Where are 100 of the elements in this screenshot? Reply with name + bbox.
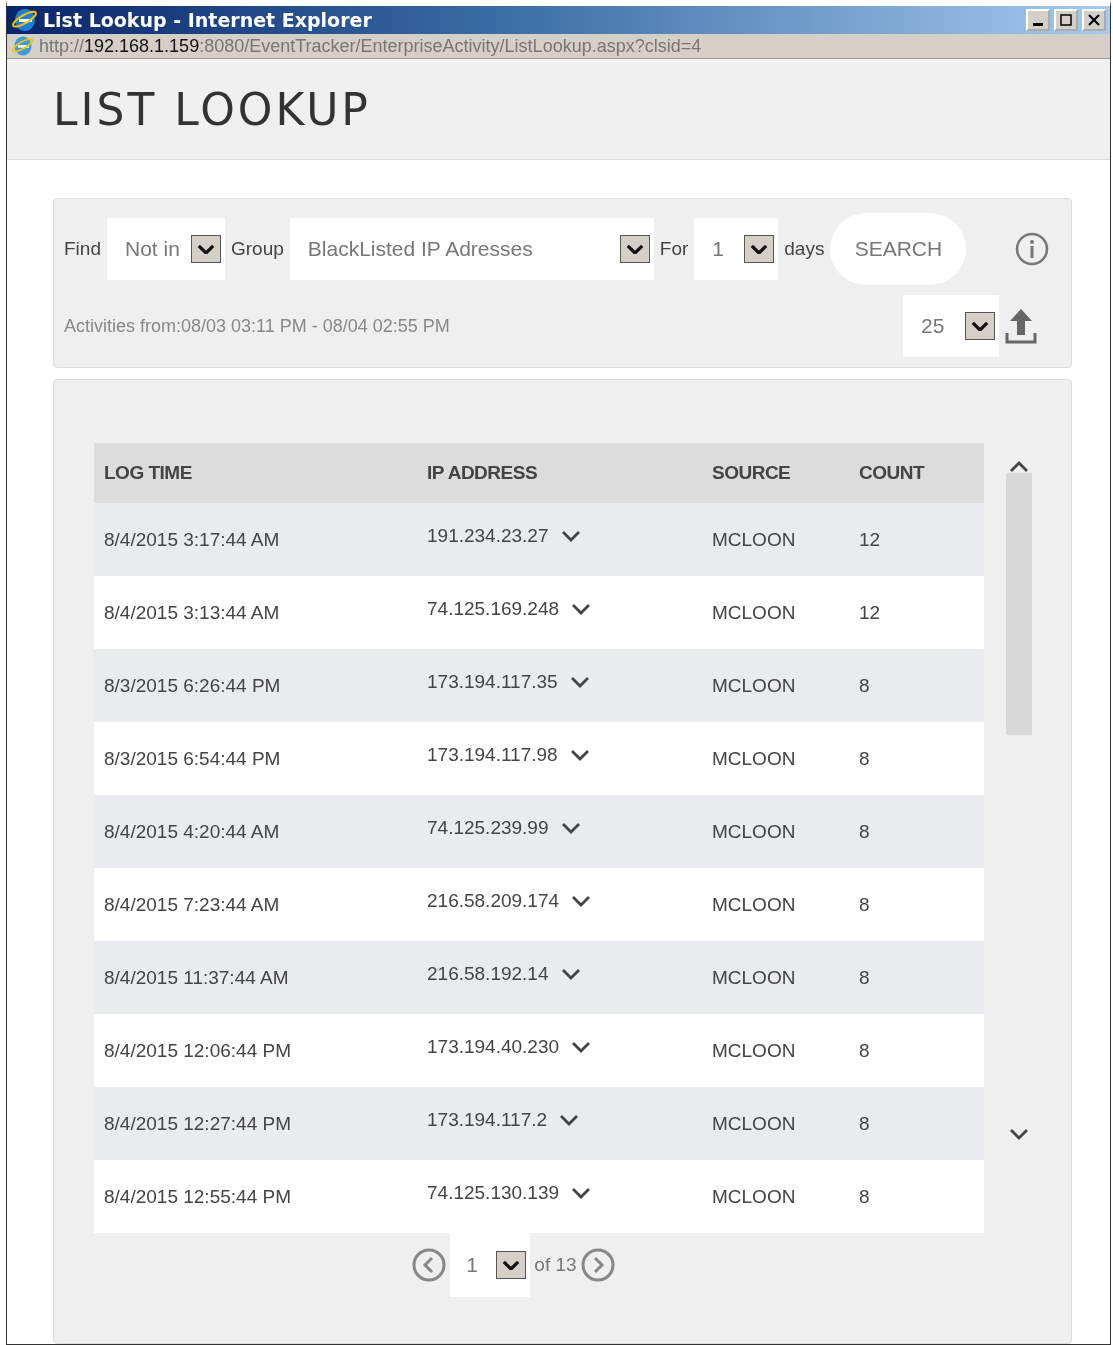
table-row[interactable]: 8/4/2015 4:20:44 AM 74.125.239.99 MCLOON 8 xyxy=(94,795,984,868)
table-row[interactable]: 8/3/2015 6:54:44 PM 173.194.117.98 MCLOON 8 xyxy=(94,722,984,795)
table-cell: 74.125.130.139 xyxy=(427,1181,560,1204)
chevron-down-icon[interactable] xyxy=(560,529,581,542)
table-cell: 216.58.209.174 xyxy=(427,889,560,912)
table-cell-text: 8/3/2015 6:54:44 PM xyxy=(104,747,282,770)
table-cell-text: MCLOON xyxy=(712,674,797,697)
chevron-down-icon[interactable] xyxy=(569,748,590,761)
table-cell-text: 8 xyxy=(859,674,871,697)
column-header[interactable]: COUNT xyxy=(859,462,994,484)
table-cell-text: 8/4/2015 12:06:44 PM xyxy=(104,1039,292,1062)
caret-icon xyxy=(502,1259,521,1271)
maximize-icon xyxy=(1060,14,1072,26)
close-icon xyxy=(1088,14,1100,26)
table-cell: 216.58.192.14 xyxy=(427,962,549,985)
group-select[interactable]: BlackListed IP Adresses xyxy=(289,218,654,280)
browser-logo-icon xyxy=(11,6,39,34)
table-cell-text: MCLOON xyxy=(712,747,797,770)
activity-range-text: Activities from:08/03 03:11 PM - 08/04 02:55 PM xyxy=(64,315,451,337)
page-select[interactable]: 1 xyxy=(450,1233,531,1297)
table-row[interactable]: 8/4/2015 12:27:44 PM 173.194.117.2 MCLOON 8 xyxy=(94,1087,984,1160)
table-cell-text: MCLOON xyxy=(712,601,797,624)
for-label: For xyxy=(659,238,689,260)
table-cell-text: 8 xyxy=(859,747,871,770)
chevron-down-icon[interactable] xyxy=(569,675,590,688)
table-cell: 173.194.40.230 xyxy=(427,1035,560,1058)
url-scheme: http:// xyxy=(39,35,85,57)
group-label: Group xyxy=(230,238,284,260)
table-cell: 74.125.169.248 xyxy=(427,597,560,620)
table-cell-text: 8/4/2015 12:27:44 PM xyxy=(104,1112,292,1135)
column-header[interactable]: SOURCE xyxy=(712,462,859,484)
info-icon[interactable] xyxy=(1015,232,1049,266)
next-page-icon[interactable] xyxy=(580,1248,615,1282)
table-cell-text: MCLOON xyxy=(712,1039,797,1062)
table-cell-text: 8/4/2015 4:20:44 AM xyxy=(104,820,281,843)
close-button[interactable] xyxy=(1082,9,1106,31)
caret-icon xyxy=(971,320,989,332)
table-cell: 74.125.239.99 xyxy=(427,816,549,839)
table-cell-text: 8 xyxy=(859,966,871,989)
table-cell-text: 8/4/2015 11:37:44 AM xyxy=(104,966,290,989)
column-header[interactable]: IP ADDRESS xyxy=(427,462,712,484)
table-row[interactable]: 8/4/2015 3:13:44 AM 74.125.169.248 MCLOON 12 xyxy=(94,576,984,649)
window-title: List Lookup - Internet Explorer xyxy=(43,9,373,31)
chevron-down-icon[interactable] xyxy=(571,602,592,615)
find-select[interactable]: Not in xyxy=(106,218,225,280)
table-cell-text: 8/4/2015 3:13:44 AM xyxy=(104,601,281,624)
table-cell-text: 8 xyxy=(859,1039,871,1062)
browser-logo-icon xyxy=(11,34,35,58)
table-cell: 173.194.117.2 xyxy=(427,1108,548,1131)
chevron-down-icon[interactable] xyxy=(560,967,581,980)
chevron-down-icon[interactable] xyxy=(571,1040,592,1053)
page-count-text: of 13 xyxy=(534,1254,577,1276)
table-cell-text: 12 xyxy=(859,601,882,624)
chevron-down-icon[interactable] xyxy=(571,894,592,907)
table-cell-text: 8 xyxy=(859,893,871,916)
caret-icon xyxy=(625,243,644,255)
address-bar[interactable]: http://192.168.1.159:8080/EventTracker/EnterpriseActivity/ListLookup.aspx?clsid=4 xyxy=(7,34,1110,59)
previous-page-icon[interactable] xyxy=(412,1248,447,1282)
table-cell-text: 8 xyxy=(859,1185,871,1208)
table-cell-text: 8/3/2015 6:26:44 PM xyxy=(104,674,282,697)
minimize-icon xyxy=(1033,23,1043,26)
table-cell: 173.194.117.98 xyxy=(427,743,558,766)
column-header[interactable]: LOG TIME xyxy=(104,462,427,484)
chevron-down-icon[interactable] xyxy=(559,1113,580,1126)
table-cell-text: MCLOON xyxy=(712,1112,797,1135)
scrollbar-thumb[interactable] xyxy=(1006,473,1032,735)
maximize-button[interactable] xyxy=(1054,9,1078,31)
table-cell-text: 12 xyxy=(859,528,882,551)
page-size-select[interactable]: 25 xyxy=(903,295,999,357)
table-cell: 191.234.23.27 xyxy=(427,524,549,547)
table-row[interactable]: 8/4/2015 12:55:44 PM 74.125.130.139 MCLOON 8 xyxy=(94,1160,984,1233)
table-row[interactable]: 8/4/2015 12:06:44 PM 173.194.40.230 MCLOON 8 xyxy=(94,1014,984,1087)
table-cell-text: 8 xyxy=(859,1112,871,1135)
find-label: Find xyxy=(64,238,101,260)
search-button[interactable]: SEARCH xyxy=(830,213,967,285)
caret-icon xyxy=(750,243,769,255)
page-title: LIST LOOKUP xyxy=(53,83,371,135)
table-cell-text: MCLOON xyxy=(712,893,797,916)
table-row[interactable]: 8/4/2015 7:23:44 AM 216.58.209.174 MCLOON 8 xyxy=(94,868,984,941)
table-cell: 173.194.117.35 xyxy=(427,670,558,693)
days-label: days xyxy=(784,238,825,260)
days-select[interactable]: 1 xyxy=(694,218,779,280)
minimize-button[interactable] xyxy=(1026,9,1050,31)
url-path: :8080/EventTracker/EnterpriseActivity/ListLookup.aspx?clsid=4 xyxy=(199,35,702,57)
table-cell-text: 8/4/2015 3:17:44 AM xyxy=(104,528,281,551)
table-row[interactable]: 8/4/2015 11:37:44 AM 216.58.192.14 MCLOON 8 xyxy=(94,941,984,1014)
chevron-down-icon[interactable] xyxy=(1009,1128,1029,1140)
upload-icon[interactable] xyxy=(1005,307,1037,345)
table-row[interactable]: 8/4/2015 3:17:44 AM 191.234.23.27 MCLOON 12 xyxy=(94,503,984,576)
table-cell-text: 8/4/2015 7:23:44 AM xyxy=(104,893,281,916)
chevron-down-icon[interactable] xyxy=(560,821,581,834)
table-row[interactable]: 8/3/2015 6:26:44 PM 173.194.117.35 MCLOON 8 xyxy=(94,649,984,722)
chevron-up-icon[interactable] xyxy=(1009,461,1029,473)
chevron-down-icon[interactable] xyxy=(571,1186,592,1199)
table-cell-text: MCLOON xyxy=(712,528,797,551)
table-cell-text: 8 xyxy=(859,820,871,843)
table-cell-text: MCLOON xyxy=(712,820,797,843)
url-host: 192.168.1.159 xyxy=(84,35,200,57)
table-cell-text: MCLOON xyxy=(712,966,797,989)
table-cell-text: 8/4/2015 12:55:44 PM xyxy=(104,1185,292,1208)
